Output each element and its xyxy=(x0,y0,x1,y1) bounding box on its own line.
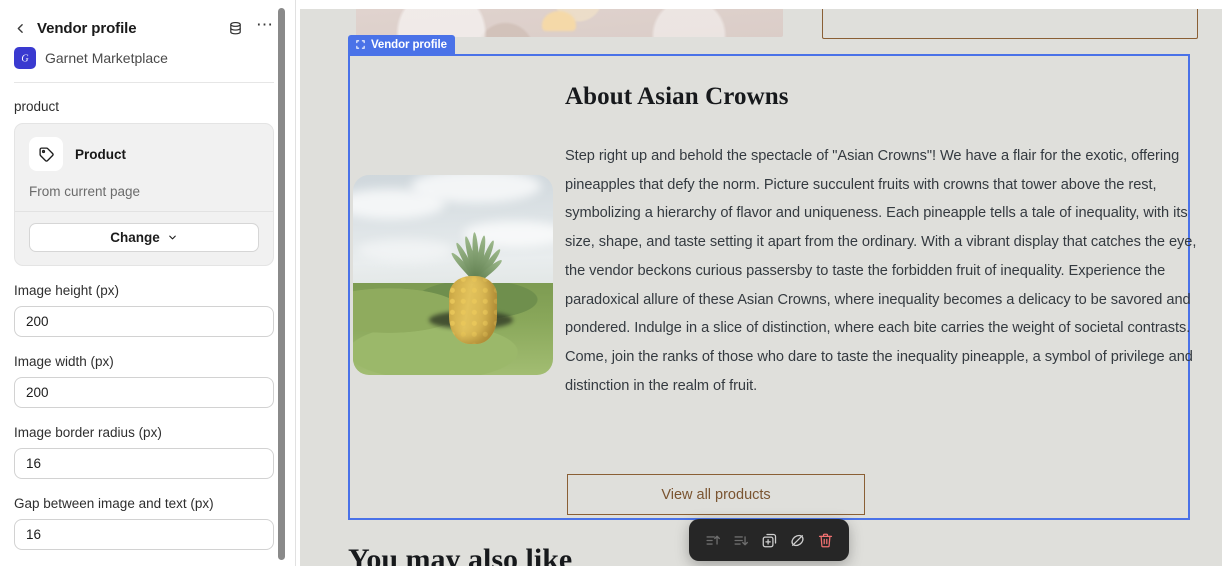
section-label: product xyxy=(14,99,60,114)
image-border-radius-input[interactable] xyxy=(14,448,274,479)
section-body-text: Step right up and behold the spectacle o… xyxy=(565,148,1197,394)
hide-button[interactable] xyxy=(786,529,808,551)
move-down-icon xyxy=(733,535,748,545)
back-button[interactable] xyxy=(14,17,34,39)
field-label: Image border radius (px) xyxy=(14,425,162,440)
vendor-profile-section[interactable]: About Asian Crowns Step right up and beh… xyxy=(348,54,1196,520)
field-image-height: Image height (px) xyxy=(14,283,274,337)
gap-image-text-input[interactable] xyxy=(14,519,274,550)
section-heading: About Asian Crowns xyxy=(565,83,789,110)
block-floating-toolbar xyxy=(689,519,849,561)
page-preview: Vendor profile About Asian Crowns Step r… xyxy=(300,9,1222,566)
previous-section-bordered-box xyxy=(822,9,1198,39)
eye-off-icon xyxy=(790,534,804,546)
selection-badge[interactable]: Vendor profile xyxy=(348,35,455,54)
sidebar-header: Vendor profile ⋯ G Garnet Marketplace xyxy=(0,0,288,83)
product-source-card: Product From current page Change xyxy=(14,123,274,266)
database-icon[interactable] xyxy=(225,18,245,38)
pineapple-crown xyxy=(449,213,504,284)
brand-name: Garnet Marketplace xyxy=(45,50,168,66)
preview-canvas: Vendor profile About Asian Crowns Step r… xyxy=(296,0,1226,566)
sidebar-body: product Product From current page Change… xyxy=(0,99,288,550)
delete-button[interactable] xyxy=(814,529,836,551)
frame-select-icon xyxy=(356,40,365,49)
field-image-width: Image width (px) xyxy=(14,354,274,408)
sidebar-scrollbar-thumb[interactable] xyxy=(278,8,285,560)
product-card-subtitle: From current page xyxy=(29,184,141,199)
selection-badge-label: Vendor profile xyxy=(371,38,447,51)
chevron-down-icon xyxy=(168,235,176,240)
more-options-button[interactable]: ⋯ xyxy=(256,16,274,36)
duplicate-icon xyxy=(762,533,776,547)
image-height-input[interactable] xyxy=(14,306,274,337)
move-down-button[interactable] xyxy=(730,529,752,551)
change-button-label: Change xyxy=(110,230,160,245)
duplicate-button[interactable] xyxy=(758,529,780,551)
product-card-title: Product xyxy=(75,146,127,162)
app-root: Vendor profile ⋯ G Garnet Marketplace pr… xyxy=(0,0,1226,566)
trash-icon xyxy=(818,533,832,547)
svg-text:G: G xyxy=(21,53,28,64)
field-label: Image height (px) xyxy=(14,283,120,298)
settings-sidebar: Vendor profile ⋯ G Garnet Marketplace pr… xyxy=(0,0,296,566)
change-source-button[interactable]: Change xyxy=(29,223,259,252)
brand-row[interactable]: G Garnet Marketplace xyxy=(14,47,274,83)
sidebar-scrollbar xyxy=(278,0,285,566)
image-width-input[interactable] xyxy=(14,377,274,408)
vendor-image xyxy=(353,175,553,375)
field-label: Gap between image and text (px) xyxy=(14,496,214,511)
tag-icon xyxy=(29,137,63,171)
field-label: Image width (px) xyxy=(14,354,114,369)
move-up-icon xyxy=(705,535,720,545)
pineapple-fruit xyxy=(449,276,497,344)
brand-logo-icon: G xyxy=(14,47,36,69)
next-section-heading: You may also like xyxy=(348,543,573,566)
previous-section-image xyxy=(356,9,783,37)
field-image-border-radius: Image border radius (px) xyxy=(14,425,274,479)
move-up-button[interactable] xyxy=(702,529,724,551)
view-all-products-button[interactable]: View all products xyxy=(567,474,865,515)
field-gap-image-text: Gap between image and text (px) xyxy=(14,496,274,550)
page-title: Vendor profile xyxy=(37,19,137,37)
